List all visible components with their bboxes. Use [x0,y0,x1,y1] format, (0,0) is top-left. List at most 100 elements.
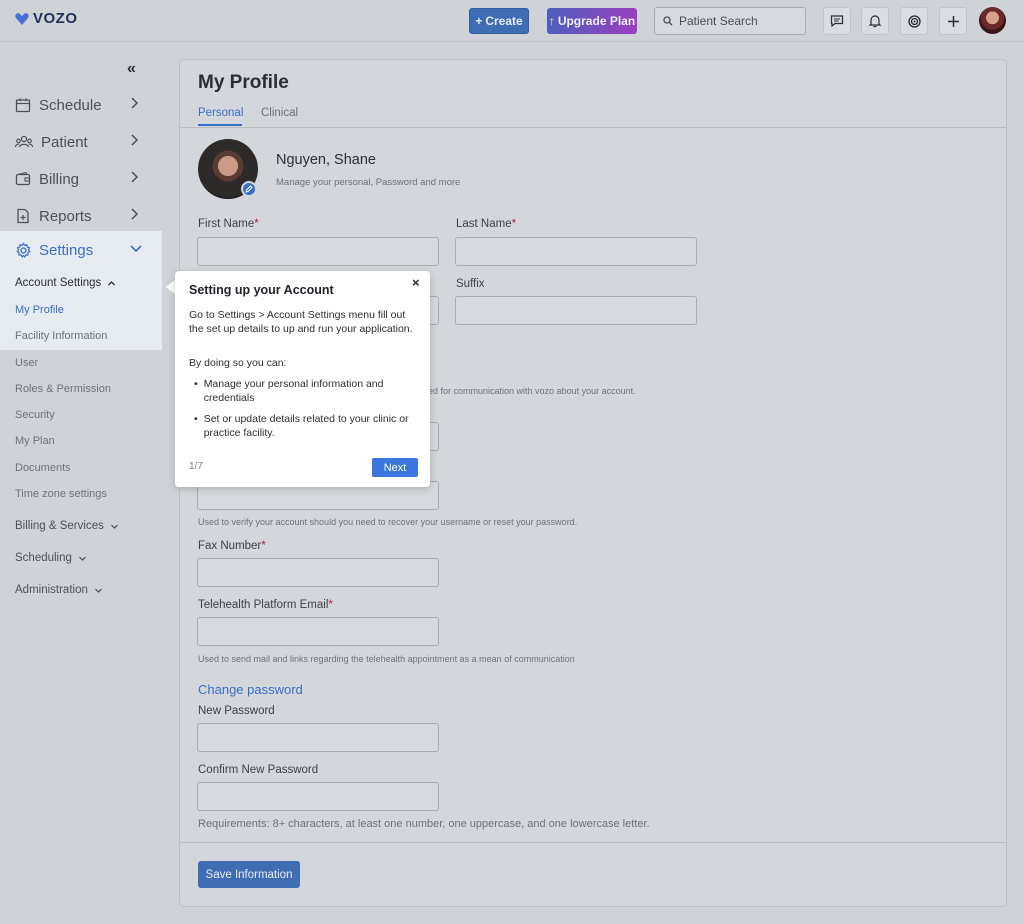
profile-subtitle: Manage your personal, Password and more [276,177,461,188]
chat-button[interactable] [823,7,851,35]
bell-icon [868,15,882,28]
chevron-right-icon [131,208,139,220]
bullet-dot: • [194,378,198,390]
upgrade-label: Upgrade Plan [557,14,636,28]
confirm-password-label: Confirm New Password [198,764,319,776]
recovery-hint: Used to verify your account should you n… [198,517,578,527]
suffix-label: Suffix [456,278,485,290]
tab-personal[interactable]: Personal [198,107,243,119]
chevron-down-icon [94,588,102,593]
sidebar-item-settings[interactable]: Settings [15,239,145,261]
chevron-right-icon [131,97,139,109]
search-input[interactable] [679,14,799,28]
label-text: Fax Number [198,540,262,552]
plus-icon: + [475,14,483,28]
sidebar-link-my-plan[interactable]: My Plan [15,435,55,447]
chevron-right-icon [131,171,139,183]
profile-name: Nguyen, Shane [276,152,376,168]
last-name-field[interactable] [455,237,697,266]
report-icon [17,208,29,224]
sidebar-group-administration[interactable]: Administration [15,584,103,596]
fax-number-field[interactable] [197,558,439,587]
change-password-title: Change password [198,682,303,697]
telehealth-email-field[interactable] [197,617,439,646]
chevron-up-icon [108,280,116,285]
close-icon[interactable]: × [412,275,420,290]
account-settings-toggle[interactable]: Account Settings [15,277,116,289]
people-icon [15,135,33,148]
chat-icon [830,15,844,28]
bullet-text: Set or update details related to your cl… [203,413,409,439]
sidebar-item-label: Schedule [39,96,102,114]
sidebar-link-documents[interactable]: Documents [15,462,71,474]
pencil-icon [245,185,253,193]
tooltip-next-button[interactable]: Next [372,458,418,477]
account-settings-label: Account Settings [15,277,102,289]
sidebar-link-time-zone-settings[interactable]: Time zone settings [15,488,107,500]
bullet-dot: • [194,413,198,425]
heart-logo-icon [15,12,29,25]
first-name-field[interactable] [197,237,439,266]
chevron-down-icon [110,524,118,529]
create-label: Create [485,14,523,28]
tooltip-step-counter: 1/7 [189,461,203,472]
fax-number-label: Fax Number* [198,540,266,552]
tab-clinical[interactable]: Clinical [261,107,298,119]
sidebar-link-user[interactable]: User [15,357,38,369]
group-label: Billing & Services [15,520,104,532]
required-mark: * [328,599,333,611]
bullet-text: Manage your personal information and cre… [203,378,384,404]
sidebar-item-reports[interactable]: Reports [15,204,145,228]
sidebar-group-scheduling[interactable]: Scheduling [15,552,87,564]
user-avatar[interactable] [979,7,1006,34]
tooltip-bullet: • Set or update details related to your c… [194,412,416,440]
telehealth-email-label: Telehealth Platform Email* [198,599,333,611]
telehealth-hint: Used to send mail and links regarding th… [198,654,575,664]
wallet-icon [15,171,31,186]
email-hint: ed for communication with vozo about you… [428,386,636,396]
tooltip-bullet: • Manage your personal information and cr… [194,377,416,405]
suffix-field[interactable] [455,296,697,325]
patient-search[interactable] [654,7,806,35]
upgrade-plan-button[interactable]: ↑ Upgrade Plan [547,8,637,34]
notifications-button[interactable] [861,7,889,35]
sidebar-item-label: Reports [39,207,92,225]
sidebar-link-my-profile[interactable]: My Profile [15,304,64,316]
chevron-right-icon [131,134,139,146]
top-bar: VOZO + Create ↑ Upgrade Plan [0,0,1024,42]
sidebar-item-schedule[interactable]: Schedule [15,93,145,117]
required-mark: * [511,218,517,230]
collapse-sidebar-icon[interactable]: « [127,60,136,78]
ai-assistant-button[interactable] [900,7,928,35]
edit-photo-button[interactable] [241,181,257,197]
group-label: Scheduling [15,552,72,564]
confirm-password-field[interactable] [197,782,439,811]
password-requirements: Requirements: 8+ characters, at least on… [198,818,650,830]
active-tab-indicator [198,124,242,126]
new-password-field[interactable] [197,723,439,752]
label-text: Telehealth Platform Email [198,599,329,611]
ai-icon [907,14,921,28]
sidebar-item-billing[interactable]: Billing [15,167,145,191]
tooltip-body: Go to Settings > Account Settings menu f… [189,309,413,335]
arrow-up-icon: ↑ [548,14,555,28]
footer-divider [179,842,1007,843]
chevron-down-icon [130,245,142,253]
page-title: My Profile [198,72,289,93]
calendar-icon [15,98,31,113]
sidebar-link-facility-information[interactable]: Facility Information [15,330,107,342]
sidebar-item-label: Billing [39,170,80,188]
sidebar-link-roles-permission[interactable]: Roles & Permission [15,383,111,395]
sidebar-item-label: Settings [39,241,94,259]
required-mark: * [261,540,266,552]
create-button[interactable]: + Create [469,8,529,34]
save-information-button[interactable]: Save Information [198,861,300,888]
sidebar-link-security[interactable]: Security [15,409,55,421]
add-button[interactable] [939,7,967,35]
sidebar-item-patient[interactable]: Patient [15,130,145,154]
label-text: First Name [198,218,255,230]
chevron-down-icon [78,556,86,561]
sidebar-item-label: Patient [41,133,88,151]
sidebar-group-billing-services[interactable]: Billing & Services [15,520,119,532]
vozo-logo[interactable]: VOZO [14,10,78,27]
